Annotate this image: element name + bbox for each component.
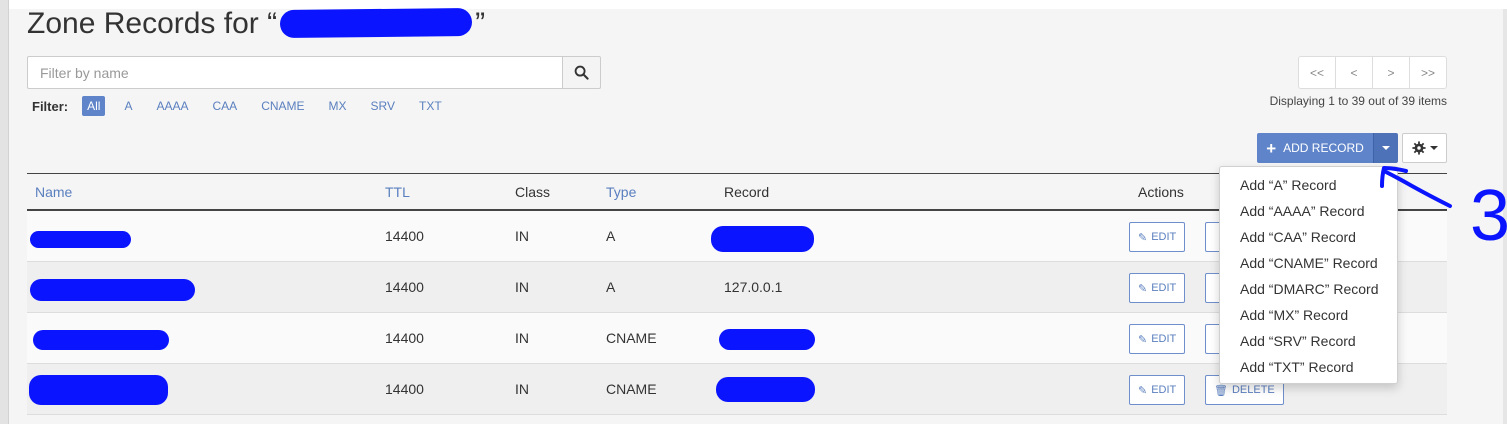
edit-button[interactable]: ✎ EDIT [1129, 324, 1186, 354]
redacted-record [719, 329, 815, 350]
plus-icon: + [1266, 138, 1277, 158]
redacted-name [33, 330, 169, 350]
page-title-suffix: ” [475, 7, 486, 40]
menu-item-add-mx[interactable]: Add “MX” Record [1220, 302, 1397, 328]
cell-type: A [606, 279, 616, 295]
add-record-button[interactable]: + ADD RECORD [1257, 133, 1373, 163]
column-class: Class [515, 184, 551, 200]
edit-button[interactable]: ✎ EDIT [1129, 273, 1186, 303]
settings-button[interactable] [1402, 133, 1447, 163]
menu-item-add-srv[interactable]: Add “SRV” Record [1220, 328, 1397, 354]
annotation-number: 3 [1470, 176, 1507, 250]
record-type-filter: Filter: All A AAAA CAA CNAME MX SRV TXT [32, 95, 461, 117]
cell-type: CNAME [606, 330, 657, 346]
cell-ttl: 14400 [385, 330, 424, 346]
menu-item-add-txt[interactable]: Add “TXT” Record [1220, 354, 1397, 380]
cell-class: IN [515, 279, 529, 295]
edit-label: EDIT [1151, 231, 1177, 243]
left-sidebar-edge [0, 0, 9, 424]
filter-a[interactable]: A [119, 96, 137, 116]
page-next-button[interactable]: > [1373, 57, 1410, 88]
gear-icon [1411, 141, 1426, 155]
filter-mx[interactable]: MX [324, 96, 352, 116]
column-type[interactable]: Type [606, 184, 636, 200]
annotation-arrow: 3 [1380, 166, 1507, 250]
filter-cname[interactable]: CNAME [256, 96, 309, 116]
column-actions: Actions [1138, 184, 1184, 200]
add-record-label: ADD RECORD [1283, 141, 1364, 155]
redacted-name [29, 375, 168, 405]
column-name[interactable]: Name [35, 184, 72, 200]
page-title: Zone Records for “ ” [27, 4, 485, 44]
add-record-dropdown-toggle[interactable] [1373, 133, 1398, 163]
cell-type: CNAME [606, 381, 657, 397]
filter-caa[interactable]: CAA [208, 96, 243, 116]
edit-button[interactable]: ✎ EDIT [1129, 375, 1186, 405]
page-first-button[interactable]: << [1299, 57, 1336, 88]
redacted-domain [279, 7, 473, 39]
edit-label: EDIT [1151, 333, 1177, 345]
pencil-icon: ✎ [1138, 231, 1148, 244]
menu-item-add-cname[interactable]: Add “CNAME” Record [1220, 250, 1397, 276]
cell-class: IN [515, 330, 529, 346]
filter-txt[interactable]: TXT [414, 96, 447, 116]
edit-button[interactable]: ✎ EDIT [1129, 222, 1186, 252]
column-ttl[interactable]: TTL [385, 184, 410, 200]
search-icon [574, 65, 589, 80]
cell-type: A [606, 228, 616, 244]
redacted-name [30, 279, 195, 301]
cell-ttl: 14400 [385, 228, 424, 244]
trash-icon: 🗑 [1214, 384, 1228, 397]
edit-label: EDIT [1151, 282, 1177, 294]
search-input[interactable] [27, 56, 562, 89]
search-bar [27, 56, 601, 89]
cell-class: IN [515, 381, 529, 397]
add-record-group: + ADD RECORD [1257, 133, 1398, 163]
pencil-icon: ✎ [1138, 333, 1148, 346]
cell-ttl: 14400 [385, 381, 424, 397]
redacted-record [716, 377, 815, 402]
pencil-icon: ✎ [1138, 282, 1148, 295]
display-count: Displaying 1 to 39 out of 39 items [1269, 94, 1447, 108]
filter-aaaa[interactable]: AAAA [151, 96, 193, 116]
pagination: << < > >> [1298, 56, 1447, 89]
cell-class: IN [515, 228, 529, 244]
page-last-button[interactable]: >> [1410, 57, 1446, 88]
page-prev-button[interactable]: < [1336, 57, 1373, 88]
column-record: Record [724, 184, 770, 200]
menu-item-add-dmarc[interactable]: Add “DMARC” Record [1220, 276, 1397, 302]
delete-label: DELETE [1231, 384, 1275, 396]
search-button[interactable] [562, 56, 601, 89]
filter-srv[interactable]: SRV [366, 96, 400, 116]
pencil-icon: ✎ [1138, 384, 1148, 397]
filter-all[interactable]: All [82, 96, 106, 116]
redacted-record [711, 226, 814, 252]
chevron-down-icon [1382, 146, 1390, 150]
edit-label: EDIT [1151, 384, 1177, 396]
redacted-name [30, 231, 131, 248]
filter-label: Filter: [32, 98, 69, 114]
cell-ttl: 14400 [385, 279, 424, 295]
chevron-down-icon [1429, 146, 1438, 150]
page-title-prefix: Zone Records for “ [27, 7, 278, 40]
cell-record: 127.0.0.1 [724, 279, 783, 295]
